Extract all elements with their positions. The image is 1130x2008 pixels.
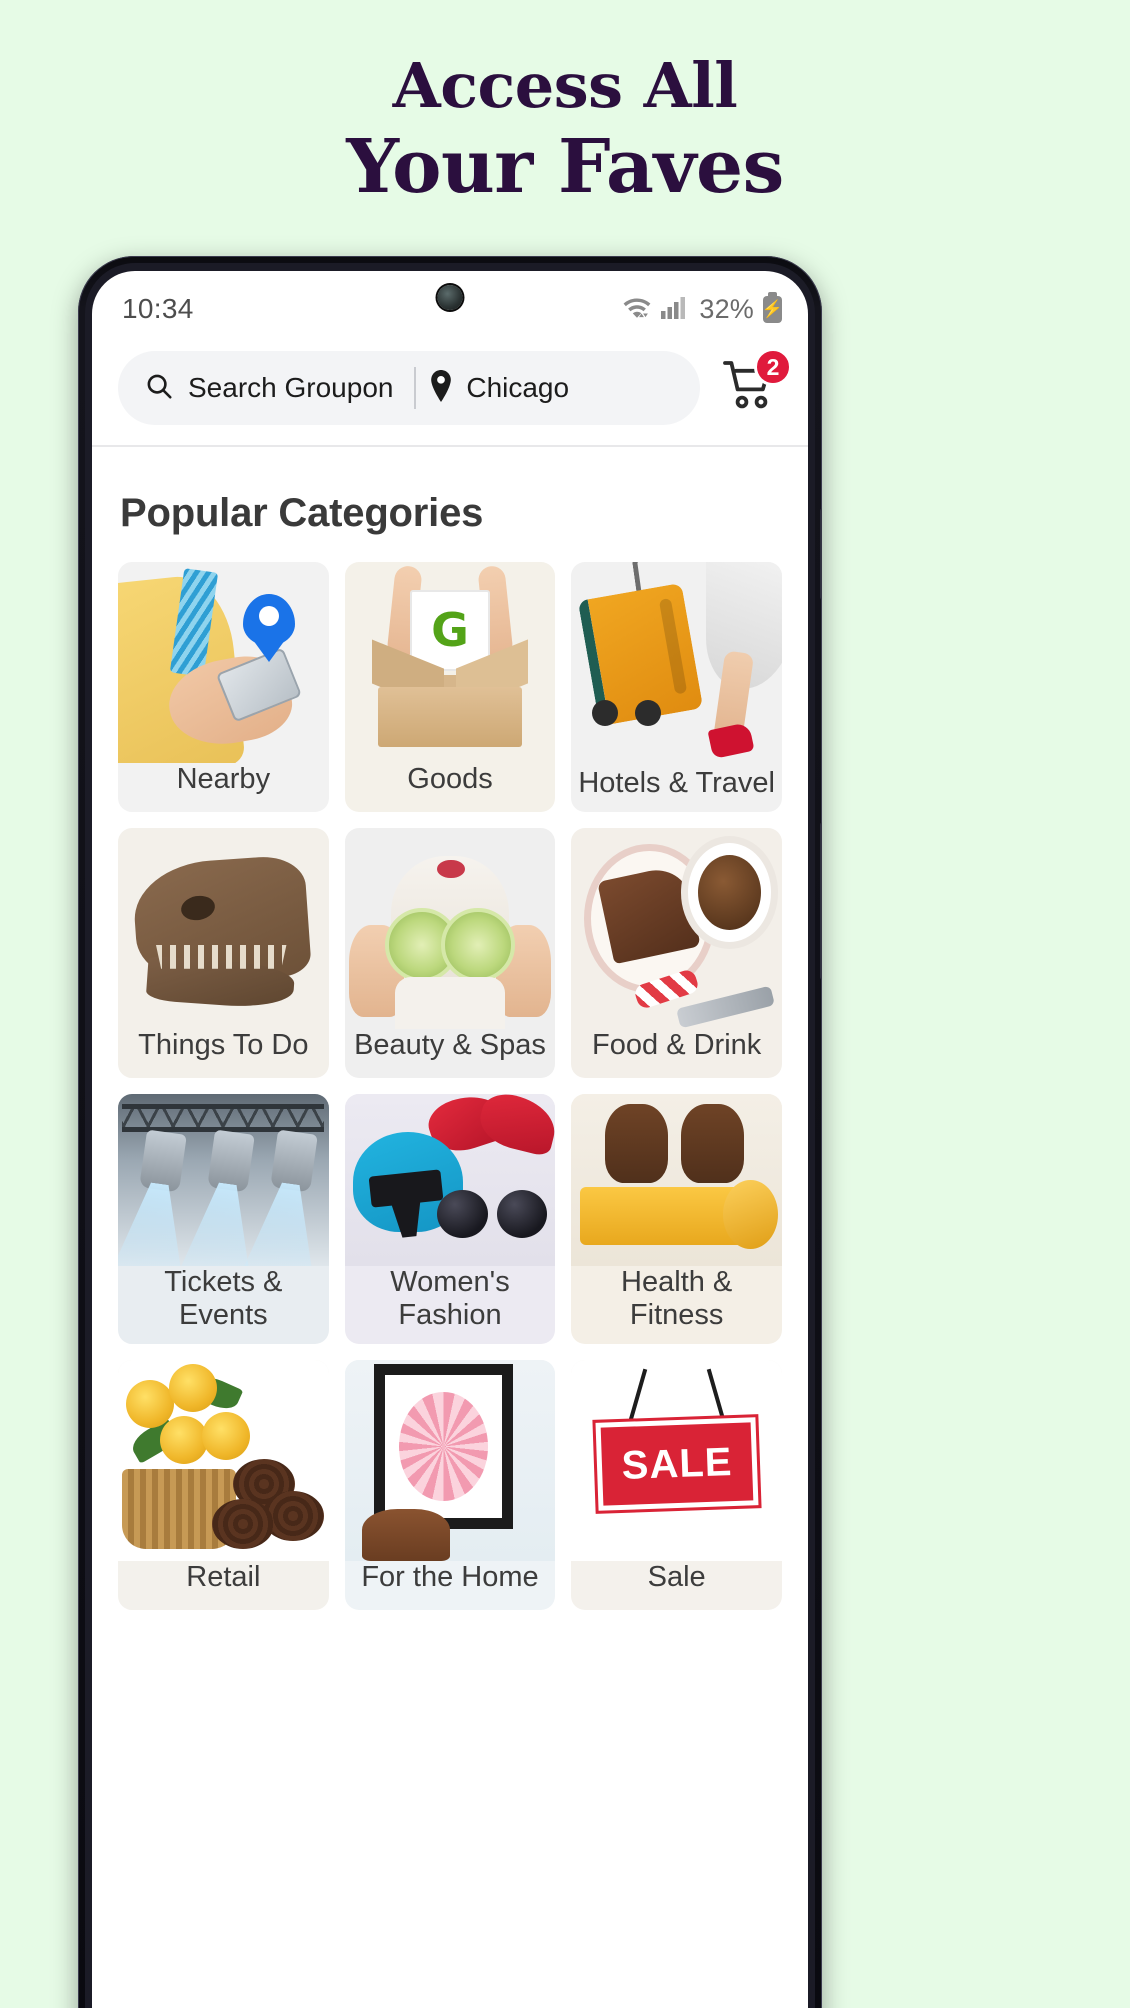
category-label: Nearby <box>176 763 271 795</box>
search-bar[interactable]: Search Groupon Chicago <box>118 351 700 425</box>
category-label: Things To Do <box>138 1029 309 1061</box>
category-tile-health-fitness[interactable]: Health & Fitness <box>571 1094 782 1344</box>
category-tile-things-to-do[interactable]: Things To Do <box>118 828 329 1078</box>
category-tile-beauty-spas[interactable]: Beauty & Spas <box>344 828 556 1078</box>
status-bar-time: 10:34 <box>122 293 194 324</box>
category-art-tickets-events <box>118 1094 329 1266</box>
category-tile-hotels-travel[interactable]: Hotels & Travel <box>571 562 782 812</box>
status-bar: 10:34 32% ⚡ <box>92 271 808 347</box>
map-pin-icon <box>242 594 295 647</box>
category-art-sale: SALE <box>571 1360 782 1561</box>
category-tile-nearby[interactable]: Nearby <box>118 562 329 812</box>
sale-sign-label: SALE <box>620 1440 733 1488</box>
category-art-retail <box>118 1360 329 1561</box>
wifi-icon <box>621 294 653 325</box>
phone-volume-button <box>820 508 822 600</box>
promo-headline-line1: Access All <box>392 49 738 122</box>
search-placeholder-label: Search Groupon <box>188 372 394 403</box>
battery-charging-icon: ⚡ <box>762 291 783 323</box>
category-label: Beauty & Spas <box>354 1029 546 1061</box>
category-label: Goods <box>407 763 493 795</box>
category-label: Health & Fitness <box>621 1266 733 1331</box>
category-label: Tickets & Events <box>164 1266 283 1331</box>
phone-mockup: 10:34 32% ⚡ Search Groupon Chicago 2 Pop… <box>78 256 822 2008</box>
category-art-goods: G <box>345 562 556 763</box>
status-bar-icons: 32% ⚡ <box>621 291 783 325</box>
location-label: Chicago <box>466 372 570 403</box>
app-bar: Search Groupon Chicago 2 <box>92 347 808 445</box>
page-title: Popular Categories <box>120 491 484 535</box>
location-selector[interactable]: Chicago <box>428 369 682 407</box>
cart-button[interactable]: 2 <box>714 348 792 424</box>
category-label: Women's Fashion <box>390 1266 510 1331</box>
category-art-for-the-home <box>344 1360 556 1561</box>
phone-screen: 10:34 32% ⚡ Search Groupon Chicago 2 Pop… <box>92 271 808 2008</box>
category-tile-womens-fashion[interactable]: Women's Fashion <box>344 1094 556 1344</box>
cellular-signal-icon <box>660 294 688 325</box>
main-content: Popular Categories Nearby G Goods Hotels… <box>92 447 808 1610</box>
category-art-womens-fashion <box>344 1094 556 1266</box>
category-tile-sale[interactable]: SALE Sale <box>571 1360 782 1610</box>
category-tile-food-drink[interactable]: Food & Drink <box>571 828 782 1078</box>
front-camera-icon <box>437 285 463 310</box>
category-art-hotels-travel <box>571 562 782 767</box>
category-tile-goods[interactable]: G Goods <box>344 562 556 812</box>
phone-power-button <box>820 822 822 980</box>
search-icon <box>144 371 174 406</box>
promo-headline-line2: Your Faves <box>346 124 784 210</box>
category-label: Food & Drink <box>592 1029 762 1061</box>
category-label: Hotels & Travel <box>578 767 775 799</box>
category-tile-for-the-home[interactable]: For the Home <box>344 1360 556 1610</box>
category-label: For the Home <box>361 1561 539 1593</box>
category-art-beauty-spas <box>345 828 556 1029</box>
category-label: Retail <box>186 1561 261 1593</box>
category-tile-retail[interactable]: Retail <box>118 1360 329 1610</box>
category-grid: Nearby G Goods Hotels & Travel Things To… <box>118 562 782 1610</box>
category-art-health-fitness <box>571 1094 782 1266</box>
groupon-logo-icon: G <box>431 603 469 658</box>
category-label: Sale <box>647 1561 706 1593</box>
category-art-things-to-do <box>118 828 329 1029</box>
category-tile-tickets-events[interactable]: Tickets & Events <box>118 1094 329 1344</box>
category-art-nearby <box>118 562 329 763</box>
location-pin-icon <box>428 369 454 407</box>
cart-badge: 2 <box>754 348 792 386</box>
search-input[interactable]: Search Groupon <box>144 371 410 406</box>
category-art-food-drink <box>571 828 782 1029</box>
battery-percent-label: 32% <box>699 293 754 324</box>
search-divider <box>414 367 417 409</box>
promo-headline: Access All Your Faves <box>0 0 1130 210</box>
